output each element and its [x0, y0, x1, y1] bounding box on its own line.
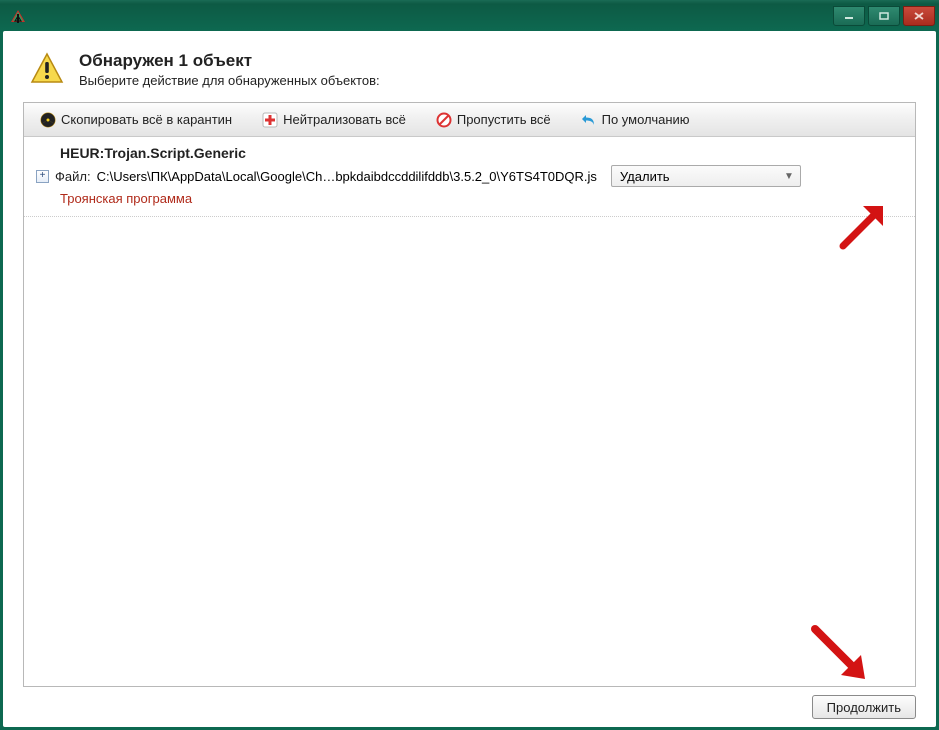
expand-toggle[interactable]: + — [36, 170, 49, 183]
defaults-label: По умолчанию — [602, 112, 690, 127]
quarantine-all-button[interactable]: Скопировать всё в карантин — [28, 108, 244, 132]
continue-button[interactable]: Продолжить — [812, 695, 916, 719]
page-subtitle: Выберите действие для обнаруженных объек… — [79, 73, 380, 88]
threat-verdict: Троянская программа — [36, 191, 903, 206]
page-title: Обнаружен 1 объект — [79, 51, 380, 71]
threat-name: HEUR:Trojan.Script.Generic — [36, 145, 903, 161]
quarantine-all-label: Скопировать всё в карантин — [61, 112, 232, 127]
titlebar — [3, 3, 936, 31]
medical-cross-icon — [262, 112, 278, 128]
neutralize-all-button[interactable]: Нейтрализовать всё — [250, 108, 418, 132]
threat-list: HEUR:Trojan.Script.Generic + Файл: C:\Us… — [24, 137, 915, 686]
toolbar: Скопировать всё в карантин Нейтрализоват… — [24, 103, 915, 137]
warning-icon — [29, 51, 65, 87]
prohibit-icon — [436, 112, 452, 128]
header: Обнаружен 1 объект Выберите действие для… — [23, 51, 916, 88]
footer: Продолжить — [23, 687, 916, 719]
action-dropdown[interactable]: Удалить ▼ — [611, 165, 801, 187]
header-text: Обнаружен 1 объект Выберите действие для… — [79, 51, 380, 88]
threat-panel: Скопировать всё в карантин Нейтрализоват… — [23, 102, 916, 687]
close-button[interactable] — [903, 6, 935, 26]
skip-all-button[interactable]: Пропустить всё — [424, 108, 563, 132]
app-window: Обнаружен 1 объект Выберите действие для… — [0, 0, 939, 730]
file-path: C:\Users\ПК\AppData\Local\Google\Ch…bpkd… — [97, 169, 597, 184]
minimize-button[interactable] — [833, 6, 865, 26]
skip-all-label: Пропустить всё — [457, 112, 551, 127]
undo-icon — [581, 112, 597, 128]
app-logo-icon — [9, 8, 27, 26]
maximize-button[interactable] — [868, 6, 900, 26]
file-prefix-label: Файл: — [55, 169, 91, 184]
action-selected-label: Удалить — [620, 169, 670, 184]
client-area: Обнаружен 1 объект Выберите действие для… — [3, 31, 936, 727]
file-row: + Файл: C:\Users\ПК\AppData\Local\Google… — [36, 165, 903, 187]
continue-label: Продолжить — [827, 700, 901, 715]
chevron-down-icon: ▼ — [784, 171, 794, 182]
radiation-icon — [40, 112, 56, 128]
neutralize-all-label: Нейтрализовать всё — [283, 112, 406, 127]
defaults-button[interactable]: По умолчанию — [569, 108, 702, 132]
window-controls — [833, 6, 935, 26]
threat-item: HEUR:Trojan.Script.Generic + Файл: C:\Us… — [24, 137, 915, 217]
